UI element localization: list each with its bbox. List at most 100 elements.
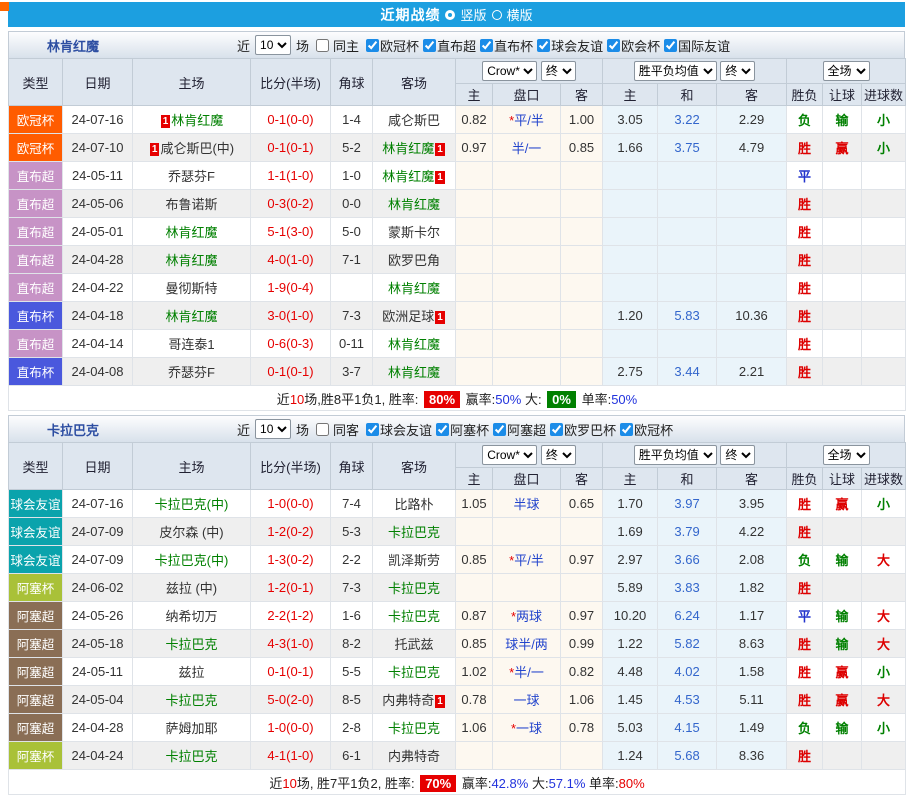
competition-checkbox[interactable] xyxy=(436,423,449,436)
competition-checkbox[interactable] xyxy=(493,423,506,436)
competition-filters: 欧冠杯直布超直布杯球会友谊欧会杯国际友谊 xyxy=(362,36,730,55)
match-date: 24-05-01 xyxy=(63,218,133,246)
competition-checkbox[interactable] xyxy=(620,423,633,436)
match-score: 2-2(1-2) xyxy=(251,602,331,630)
home-team-name: 兹拉 xyxy=(178,665,204,680)
competition-checkbox[interactable] xyxy=(423,39,436,52)
competition-filter[interactable]: 欧会杯 xyxy=(603,36,660,55)
col-away: 客场 xyxy=(373,443,456,490)
avg-draw-odds: 3.66 xyxy=(658,546,717,574)
home-team: 卡拉巴克 xyxy=(133,630,251,658)
handicap-result-cell xyxy=(823,246,862,274)
competition-filter[interactable]: 欧冠杯 xyxy=(616,420,673,439)
match-type-badge: 直布杯 xyxy=(9,358,63,386)
odds-home xyxy=(456,190,493,218)
avg-select[interactable]: 胜平负均值 xyxy=(634,61,717,81)
result-cell: 胜 xyxy=(787,490,823,518)
summary-segment: 大: xyxy=(528,776,548,791)
match-type-badge: 阿塞超 xyxy=(9,714,63,742)
match-date: 24-07-09 xyxy=(63,546,133,574)
avg-time-select[interactable]: 终 xyxy=(720,61,755,81)
avg-draw-odds: 3.44 xyxy=(658,358,717,386)
handicap-result-cell xyxy=(823,358,862,386)
match-row: 直布杯24-04-18林肯红魔3-0(1-0)7-3欧洲足球11.205.831… xyxy=(9,302,906,330)
avg-home-odds: 1.70 xyxy=(603,490,658,518)
avg-select[interactable]: 胜平负均值 xyxy=(634,445,717,465)
match-row: 欧冠杯24-07-161林肯红魔0-1(0-0)1-4咸仑斯巴0.82*平/半1… xyxy=(9,106,906,134)
same-venue-checkbox[interactable] xyxy=(316,423,329,436)
corner-score: 7-4 xyxy=(331,490,373,518)
goals-result-cell xyxy=(862,190,906,218)
result-cell: 胜 xyxy=(787,134,823,162)
result-cell: 胜 xyxy=(787,630,823,658)
scope-select[interactable]: 全场 xyxy=(823,445,870,465)
competition-filter[interactable]: 直布超 xyxy=(419,36,476,55)
match-row: 直布超24-05-11乔瑟芬F1-1(1-0)1-0林肯红魔1平 xyxy=(9,162,906,190)
handicap-result-cell: 赢 xyxy=(823,134,862,162)
away-team: 咸仑斯巴 xyxy=(373,106,456,134)
competition-filter[interactable]: 阿塞杯 xyxy=(432,420,489,439)
odds-handicap: *平/半 xyxy=(493,546,561,574)
goals-result-cell xyxy=(862,358,906,386)
scope-select[interactable]: 全场 xyxy=(823,61,870,81)
match-count-select[interactable]: 10 xyxy=(255,419,291,439)
competition-filter[interactable]: 直布杯 xyxy=(476,36,533,55)
competition-filter[interactable]: 阿塞超 xyxy=(489,420,546,439)
subcol-odds-home: 主 xyxy=(456,468,493,490)
odds-company-select[interactable]: Crow* xyxy=(482,61,537,81)
competition-filter[interactable]: 球会友谊 xyxy=(533,36,603,55)
odds-away xyxy=(561,574,603,602)
goals-result-cell xyxy=(862,162,906,190)
avg-home-odds: 1.20 xyxy=(603,302,658,330)
odds-away xyxy=(561,246,603,274)
competition-checkbox[interactable] xyxy=(550,423,563,436)
odds-handicap: 一球 xyxy=(493,686,561,714)
competition-checkbox[interactable] xyxy=(607,39,620,52)
odds-home: 1.02 xyxy=(456,658,493,686)
vertical-layout-radio[interactable] xyxy=(445,10,455,20)
goals-result-cell xyxy=(862,302,906,330)
corner-score: 8-2 xyxy=(331,630,373,658)
competition-checkbox[interactable] xyxy=(366,423,379,436)
match-score: 0-3(0-2) xyxy=(251,190,331,218)
match-row: 阿塞超24-05-04卡拉巴克5-0(2-0)8-5内弗特奇10.78一球1.0… xyxy=(9,686,906,714)
match-date: 24-05-11 xyxy=(63,658,133,686)
competition-checkbox[interactable] xyxy=(480,39,493,52)
avg-time-select[interactable]: 终 xyxy=(720,445,755,465)
avg-draw-odds xyxy=(658,218,717,246)
away-team-name: 卡拉巴克 xyxy=(388,721,440,736)
competition-filter[interactable]: 欧罗巴杯 xyxy=(546,420,616,439)
competition-filter[interactable]: 国际友谊 xyxy=(660,36,730,55)
result-cell: 胜 xyxy=(787,742,823,770)
odds-time-select[interactable]: 终 xyxy=(541,445,576,465)
odds-time-select[interactable]: 终 xyxy=(541,61,576,81)
odds-handicap: 半/一 xyxy=(493,134,561,162)
odds-away: 0.82 xyxy=(561,658,603,686)
competition-checkbox[interactable] xyxy=(366,39,379,52)
col-score: 比分(半场) xyxy=(251,59,331,106)
match-type-badge: 直布超 xyxy=(9,330,63,358)
home-team-name: 兹拉 (中) xyxy=(166,581,217,596)
competition-filter[interactable]: 欧冠杯 xyxy=(362,36,419,55)
home-team: 1林肯红魔 xyxy=(133,106,251,134)
avg-home-odds: 1.24 xyxy=(603,742,658,770)
avg-away-odds: 8.63 xyxy=(717,630,787,658)
match-type-badge: 直布杯 xyxy=(9,302,63,330)
competition-checkbox[interactable] xyxy=(664,39,677,52)
odds-company-select[interactable]: Crow* xyxy=(482,445,537,465)
page: 近期战绩 竖版 横版 林肯红魔 近 10 场 同主 欧冠杯直布超直布杯球会友谊欧… xyxy=(8,2,905,795)
match-score: 1-2(0-2) xyxy=(251,518,331,546)
home-team: 哥连泰1 xyxy=(133,330,251,358)
odds-home xyxy=(456,358,493,386)
goals-result-cell xyxy=(862,274,906,302)
match-count-select[interactable]: 10 xyxy=(255,35,291,55)
away-team-name: 凯泽斯劳 xyxy=(388,553,440,568)
competition-filter[interactable]: 球会友谊 xyxy=(362,420,432,439)
horizontal-layout-radio[interactable] xyxy=(492,10,502,20)
odds-away xyxy=(561,162,603,190)
match-row: 阿塞超24-04-28萨姆加耶1-0(0-0)2-8卡拉巴克1.06*一球0.7… xyxy=(9,714,906,742)
same-venue-checkbox[interactable] xyxy=(316,39,329,52)
vertical-layout-label: 竖版 xyxy=(460,5,486,24)
handicap-text: 平/半 xyxy=(514,113,544,128)
competition-checkbox[interactable] xyxy=(537,39,550,52)
